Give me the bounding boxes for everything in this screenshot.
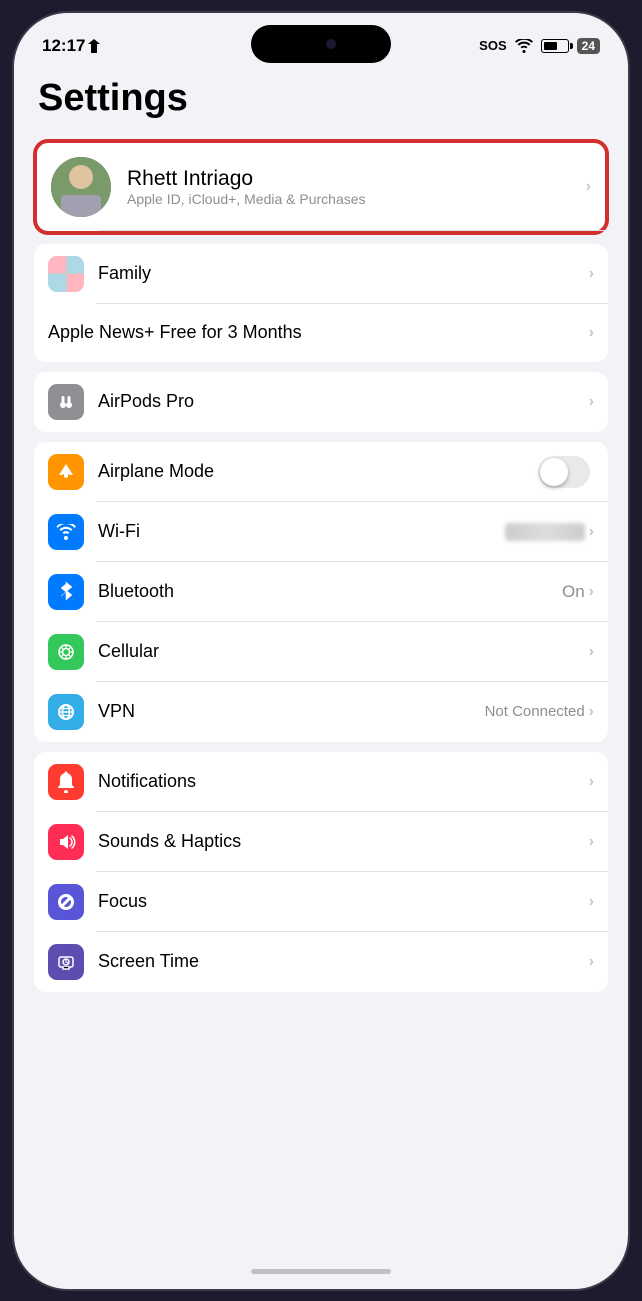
airplane-mode-icon [48, 454, 84, 490]
airplane-svg [56, 462, 76, 482]
bluetooth-chevron: › [589, 583, 594, 601]
focus-icon [48, 884, 84, 920]
screen-time-row[interactable]: Screen Time › [34, 932, 608, 992]
profile-chevron: › [586, 178, 591, 196]
group-family: Family › Apple News+ Free for 3 Months › [34, 244, 608, 362]
screen-time-icon [48, 944, 84, 980]
vpn-value: Not Connected [485, 703, 585, 720]
airplane-mode-row[interactable]: Airplane Mode [34, 442, 608, 502]
focus-svg [56, 892, 76, 912]
status-icons: SOS 24 [479, 38, 600, 54]
home-indicator [14, 1255, 628, 1289]
sounds-chevron: › [589, 833, 594, 851]
cellular-icon [48, 634, 84, 670]
wifi-row-icon [48, 514, 84, 550]
page-title: Settings [34, 77, 608, 120]
apple-news-label: Apple News+ Free for 3 Months [48, 322, 589, 343]
family-label: Family [98, 263, 589, 284]
screen-time-svg [56, 952, 76, 972]
profile-subtitle: Apple ID, iCloud+, Media & Purchases [127, 191, 586, 207]
group-network: Airplane Mode Wi-Fi › [34, 442, 608, 742]
apple-news-chevron: › [589, 324, 594, 342]
notifications-icon [48, 764, 84, 800]
sounds-label: Sounds & Haptics [98, 831, 589, 852]
airpods-chevron: › [589, 393, 594, 411]
airpods-label: AirPods Pro [98, 391, 589, 412]
camera-dot [326, 39, 336, 49]
airpods-icon [48, 384, 84, 420]
notifications-svg [56, 771, 76, 793]
airpods-svg [55, 391, 77, 413]
apple-news-row[interactable]: Apple News+ Free for 3 Months › [34, 304, 608, 362]
avatar [51, 157, 111, 217]
wifi-settings-svg [56, 524, 76, 540]
vpn-row[interactable]: VPN Not Connected › [34, 682, 608, 742]
focus-label: Focus [98, 891, 589, 912]
family-chevron: › [589, 265, 594, 283]
sos-indicator: SOS [479, 38, 506, 53]
wifi-chevron: › [589, 523, 594, 541]
wifi-icon [515, 39, 533, 53]
cellular-chevron: › [589, 643, 594, 661]
wifi-value-blurred [505, 523, 585, 541]
screen-time-chevron: › [589, 953, 594, 971]
wifi-row[interactable]: Wi-Fi › [34, 502, 608, 562]
settings-content: Settings Rhett Intriago [14, 67, 628, 1255]
focus-row[interactable]: Focus › [34, 872, 608, 932]
time-display: 12:17 [42, 36, 85, 56]
profile-info: Rhett Intriago Apple ID, iCloud+, Media … [127, 167, 586, 207]
family-icon [48, 256, 84, 292]
cellular-row[interactable]: Cellular › [34, 622, 608, 682]
vpn-label: VPN [98, 701, 485, 722]
group-airpods: AirPods Pro › [34, 372, 608, 432]
home-bar [251, 1269, 391, 1274]
status-time: 12:17 [42, 36, 100, 56]
group-notifications: Notifications › Sounds & Haptics › [34, 752, 608, 992]
airplane-mode-label: Airplane Mode [98, 461, 538, 482]
screen-time-label: Screen Time [98, 951, 589, 972]
airplane-mode-toggle[interactable] [538, 456, 590, 488]
profile-row[interactable]: Rhett Intriago Apple ID, iCloud+, Media … [34, 140, 608, 234]
bluetooth-icon [48, 574, 84, 610]
toggle-thumb [540, 458, 568, 486]
notifications-label: Notifications [98, 771, 589, 792]
location-icon [88, 39, 100, 53]
bluetooth-row[interactable]: Bluetooth On › [34, 562, 608, 622]
vpn-svg [56, 702, 76, 722]
notifications-row[interactable]: Notifications › [34, 752, 608, 812]
bluetooth-label: Bluetooth [98, 581, 562, 602]
status-bar: 12:17 SOS 24 [14, 13, 628, 67]
wifi-label: Wi-Fi [98, 521, 505, 542]
avatar-image [51, 157, 111, 217]
cellular-label: Cellular [98, 641, 589, 662]
battery-fill [544, 42, 557, 50]
profile-name: Rhett Intriago [127, 167, 586, 191]
airpods-row[interactable]: AirPods Pro › [34, 372, 608, 432]
focus-chevron: › [589, 893, 594, 911]
battery-number: 24 [577, 38, 600, 54]
sounds-row[interactable]: Sounds & Haptics › [34, 812, 608, 872]
dynamic-island [251, 25, 391, 63]
sounds-svg [56, 832, 76, 852]
vpn-icon [48, 694, 84, 730]
cellular-svg [56, 642, 76, 662]
sounds-icon [48, 824, 84, 860]
family-row[interactable]: Family › [34, 244, 608, 304]
bluetooth-svg [58, 581, 74, 603]
vpn-chevron: › [589, 703, 594, 721]
battery-icon [541, 39, 569, 53]
notifications-chevron: › [589, 773, 594, 791]
bluetooth-value: On [562, 582, 585, 602]
